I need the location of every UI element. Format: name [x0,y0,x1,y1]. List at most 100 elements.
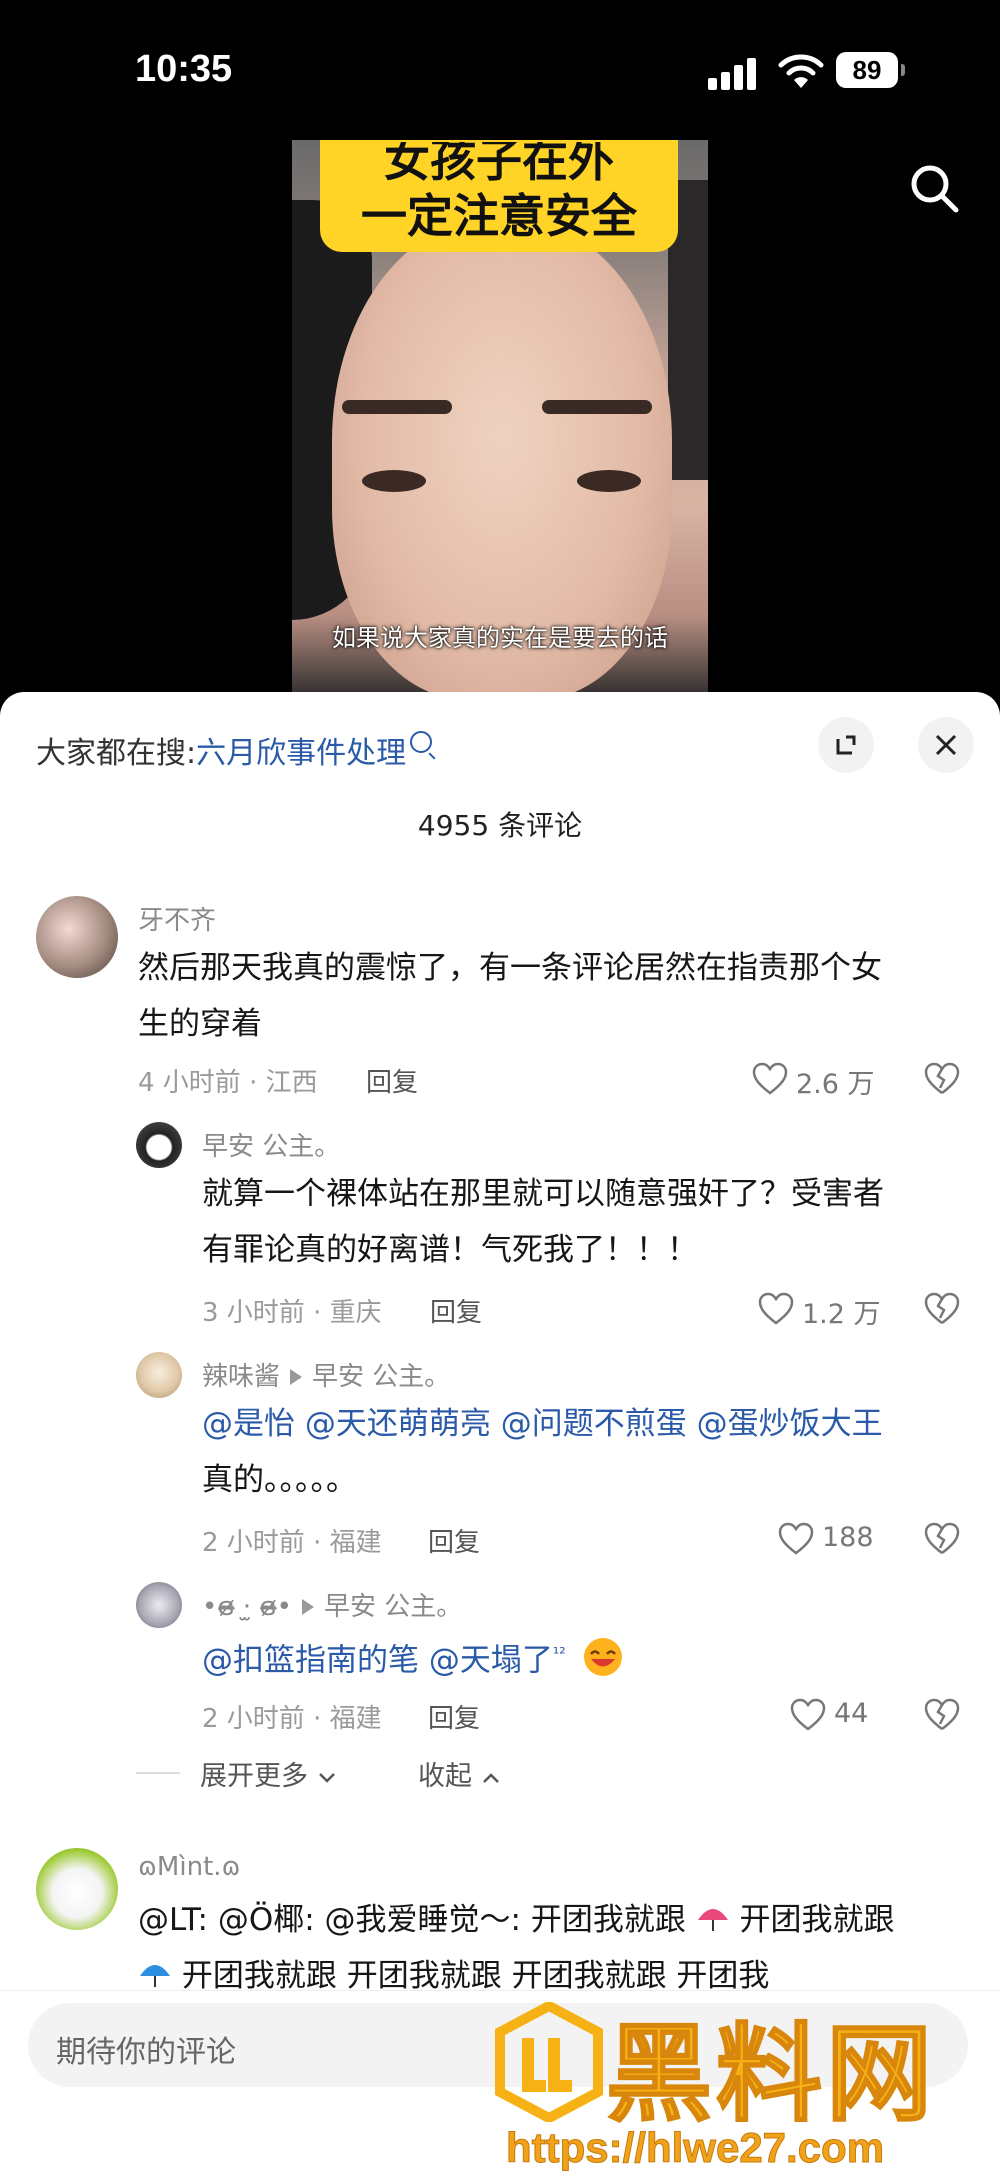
comment-input-placeholder: 期待你的评论 [56,2035,236,2070]
reply-button[interactable]: 回复 [428,1522,480,1559]
like-count: 2.6 万 [796,1069,875,1100]
wifi-icon [778,54,824,88]
mention-link[interactable]: @是怡 [202,1406,295,1442]
video-banner-line1: 女孩子在外 [384,142,614,187]
like-count: 44 [834,1698,869,1729]
battery-indicator: 89 [836,52,905,88]
reply-to-user: 早安 公主。 [324,1592,463,1622]
divider [136,1772,180,1774]
status-time: 10:35 [135,48,233,90]
comment-text-line: @LT: @Ö椰: @我爱睡觉～: 开团我就跟 开团我就跟 [138,1892,978,1948]
comment-sheet: 大家都在搜:六月欣事件处理 4955 条评论 牙不齐 然后那天我真的震惊了，有一… [0,692,1000,2173]
mention-superscript: ¹² [552,1644,566,1663]
comment-meta: 3 小时前 · 重庆 [202,1298,382,1328]
video-banner: 女孩子在外 一定注意安全 [320,140,678,252]
close-icon [935,734,957,756]
hot-search-term[interactable]: 六月欣事件处理 [196,736,406,771]
comment-text-line: 有罪论真的好离谱！气死我了！！！ [202,1232,698,1268]
search-small-icon [410,731,433,753]
hot-search[interactable]: 大家都在搜:六月欣事件处理 [36,728,433,772]
comment-text: 就算一个裸体站在那里就可以随意强奸了？受害者 有罪论真的好离谱！气死我了！！！ [202,1166,962,1278]
comment-text-line: 生的穿着 [138,1006,262,1042]
signal-icon [708,58,756,90]
mention-link[interactable]: @天塌了 [429,1642,553,1678]
comment-username[interactable]: ɷMìnt.ɷ [138,1852,240,1882]
reply-to-user: 早安 公主。 [312,1362,451,1392]
collapse-label: 收起 [418,1761,472,1792]
video-subtitle: 如果说大家真的实在是要去的话 [332,624,668,652]
mention-link[interactable]: @蛋炒饭大王 [697,1406,883,1442]
chevron-down-icon [318,1773,335,1783]
comment-count: 4955 条评论 [417,809,583,842]
heart-icon [790,1698,826,1731]
broken-heart-icon[interactable] [924,1522,960,1556]
comment-text-part: @LT: @Ö椰: @我爱睡觉～: 开团我就跟 [138,1902,686,1938]
broken-heart-icon[interactable] [924,1698,960,1732]
comment-username[interactable]: •ɞ̴̶̷ ·̫ ɞ̴̶̷• 早安 公主。 [202,1586,462,1623]
video-eye-right [577,470,641,492]
mention-link[interactable]: @问题不煎蛋 [501,1406,687,1442]
comment-text: 然后那天我真的震惊了，有一条评论居然在指责那个女 生的穿着 [138,940,958,1052]
comment-meta: 2 小时前 · 福建 [202,1528,382,1558]
reply-button[interactable]: 回复 [430,1292,482,1329]
comment-username-text: 辣味酱 [202,1362,281,1392]
comment-meta: 4 小时前 · 江西 [138,1068,318,1098]
avatar[interactable] [136,1122,182,1168]
mention-link[interactable]: @天还萌萌亮 [305,1406,491,1442]
sheet-header: 大家都在搜:六月欣事件处理 4955 条评论 [0,692,1000,842]
comment-text-part: 开团我就跟 [739,1902,895,1938]
search-icon[interactable] [908,162,962,216]
reply-arrow-icon [302,1599,314,1615]
watermark: 黑料网 https://hlwe27.com [494,1988,994,2173]
close-button[interactable] [918,717,974,773]
expand-icon [836,735,856,755]
video-brow-left [342,400,452,414]
umbrella-emoji-icon [697,1909,728,1931]
like-count: 188 [822,1522,874,1553]
reply-button[interactable]: 回复 [366,1062,418,1099]
mention-link[interactable]: @扣篮指南的笔 [202,1642,419,1678]
chevron-up-icon [482,1773,499,1783]
video-banner-line2: 一定注意安全 [361,189,637,243]
collapse-button[interactable]: 收起 [418,1754,501,1793]
comment-meta: 2 小时前 · 福建 [202,1704,382,1734]
heart-icon [758,1292,794,1325]
expand-more-button[interactable]: 展开更多 [200,1754,337,1793]
heart-icon [778,1522,814,1555]
avatar[interactable] [36,1848,118,1930]
like-count: 1.2 万 [802,1299,881,1330]
broken-heart-icon[interactable] [924,1292,960,1326]
mention-line: @是怡 @天还萌萌亮 @问题不煎蛋 @蛋炒饭大王 [202,1396,982,1452]
comment-text-line: 然后那天我真的震惊了，有一条评论居然在指责那个女 [138,950,882,986]
like-button[interactable]: 188 [778,1520,898,1560]
broken-heart-icon[interactable] [924,1062,960,1096]
grin-emoji-icon [583,1638,622,1677]
umbrella-emoji-icon [140,1965,170,1987]
watermark-url: https://hlwe27.com [505,2124,885,2172]
expand-button[interactable] [818,717,874,773]
expand-more-label: 展开更多 [200,1761,308,1792]
video-eye-left [362,470,426,492]
reply-button[interactable]: 回复 [428,1698,480,1735]
video-player[interactable]: 女孩子在外 一定注意安全 如果说大家真的实在是要去的话 [292,140,708,700]
comment-text-line: 就算一个裸体站在那里就可以随意强奸了？受害者 [202,1176,884,1212]
watermark-title: 黑料网 [605,2012,936,2137]
like-button[interactable]: 1.2 万 [758,1290,898,1330]
avatar[interactable] [36,896,118,978]
comment-text: @扣篮指南的笔 @天塌了¹² [202,1626,982,1688]
comment-username-text: •ɞ̴̶̷ ·̫ ɞ̴̶̷• [202,1592,292,1622]
like-button[interactable]: 2.6 万 [752,1060,892,1100]
status-bar: 10:35 89 [0,0,1000,140]
heart-icon [752,1062,788,1095]
comment-username[interactable]: 早安 公主。 [202,1126,340,1163]
avatar[interactable] [136,1352,182,1398]
comment-text: @是怡 @天还萌萌亮 @问题不煎蛋 @蛋炒饭大王 真的。。。。。 [202,1396,982,1508]
comment-username[interactable]: 辣味酱 早安 公主。 [202,1356,450,1393]
reply-arrow-icon [290,1369,303,1385]
like-button[interactable]: 44 [790,1696,900,1736]
avatar[interactable] [136,1582,182,1628]
reply-expand-row: 展开更多 收起 [136,1754,696,1794]
watermark-logo-icon [495,2002,603,2122]
video-brow-right [542,400,652,414]
comment-username[interactable]: 牙不齐 [138,900,216,937]
